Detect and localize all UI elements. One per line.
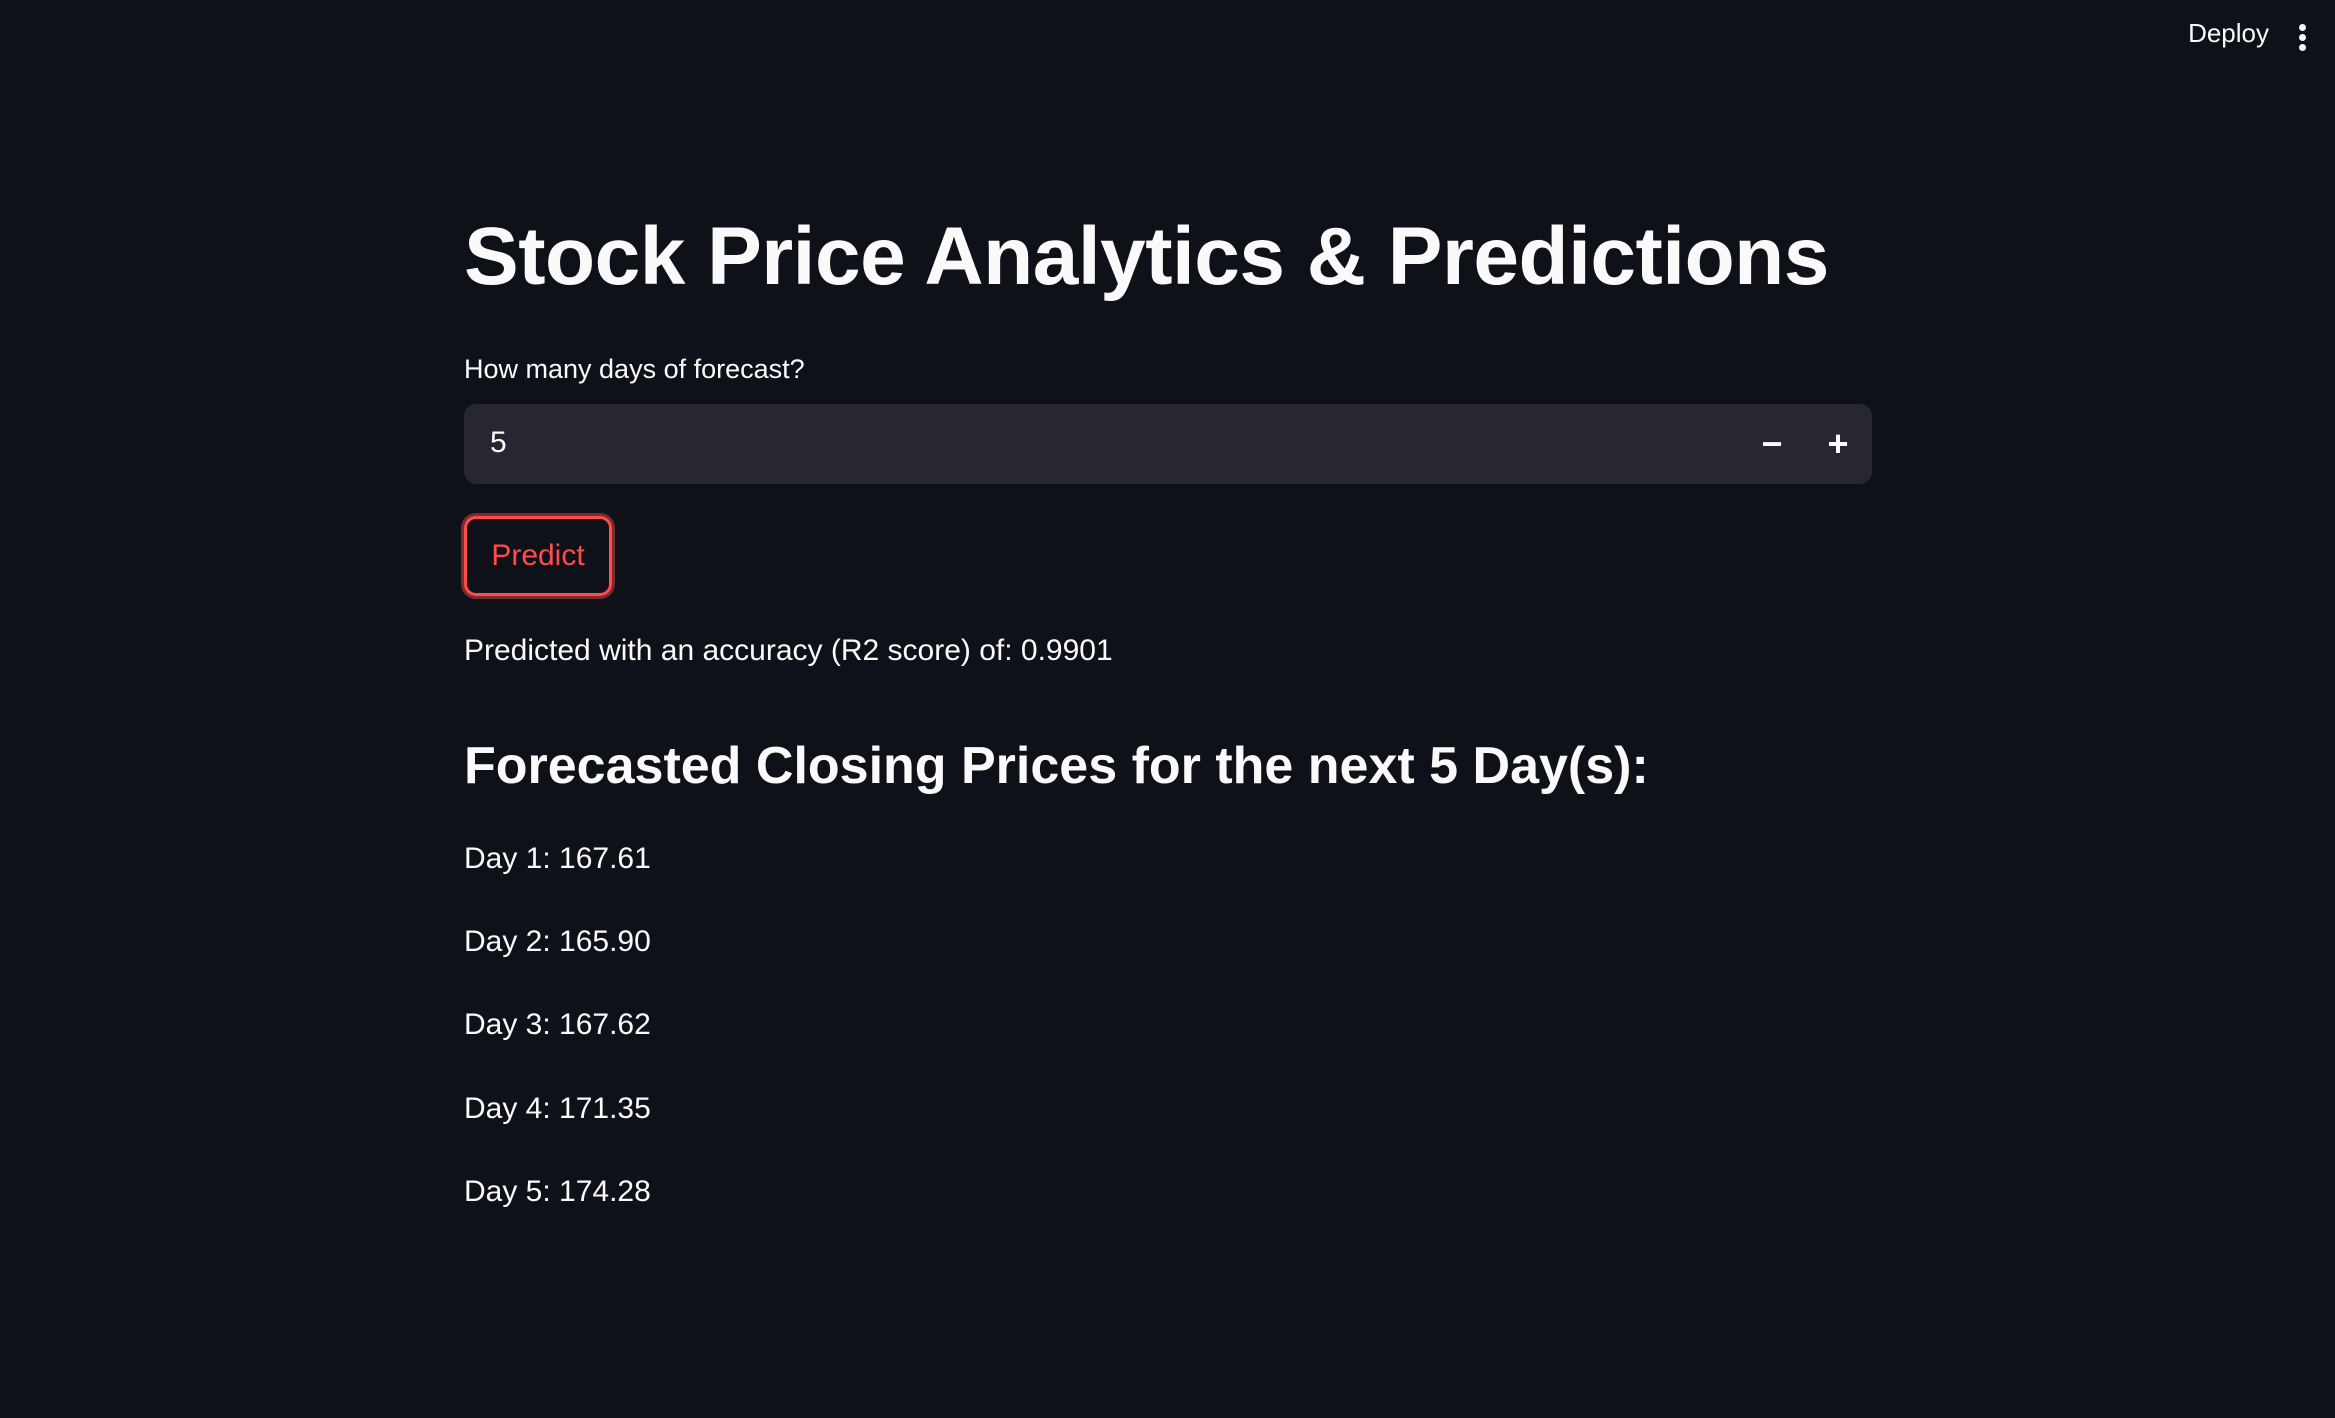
increment-button[interactable]: + (1806, 404, 1870, 484)
kebab-menu-icon[interactable] (2297, 24, 2307, 52)
forecast-days-value[interactable]: 5 (490, 426, 507, 460)
page-title: Stock Price Analytics & Predictions (464, 211, 1829, 302)
forecast-day-item: Day 2: 165.90 (464, 925, 651, 958)
forecast-day-item: Day 5: 174.28 (464, 1175, 651, 1208)
app-header: Deploy (0, 0, 2335, 76)
predict-button[interactable]: Predict (464, 516, 612, 596)
forecast-day-item: Day 1: 167.61 (464, 842, 651, 875)
forecast-day-item: Day 3: 167.62 (464, 1008, 651, 1041)
forecast-days-label: How many days of forecast? (464, 354, 805, 384)
accuracy-text: Predicted with an accuracy (R2 score) of… (464, 634, 1113, 667)
deploy-button[interactable]: Deploy (2188, 18, 2269, 49)
decrement-button[interactable]: − (1740, 404, 1804, 484)
forecast-day-item: Day 4: 171.35 (464, 1092, 651, 1125)
forecast-days-stepper[interactable]: 5 − + (464, 404, 1872, 484)
forecast-heading: Forecasted Closing Prices for the next 5… (464, 737, 1649, 795)
